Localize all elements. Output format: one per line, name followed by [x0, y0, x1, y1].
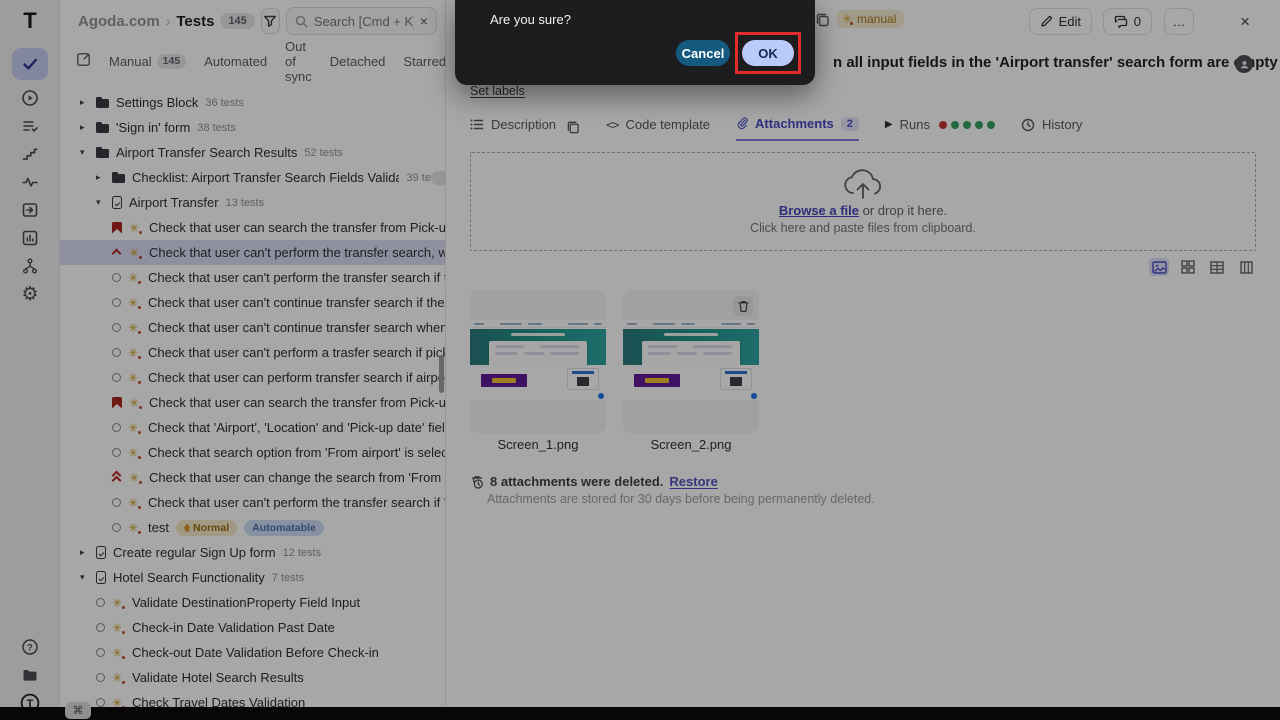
ok-button[interactable]: OK [742, 40, 794, 66]
app-window: T ⚙ ? T [0, 0, 1280, 720]
confirm-dialog-title: Are you sure? [490, 12, 571, 27]
confirm-dialog: Are you sure? Cancel OK [455, 0, 815, 85]
cancel-button[interactable]: Cancel [676, 40, 730, 66]
modal-overlay[interactable] [0, 0, 1280, 720]
